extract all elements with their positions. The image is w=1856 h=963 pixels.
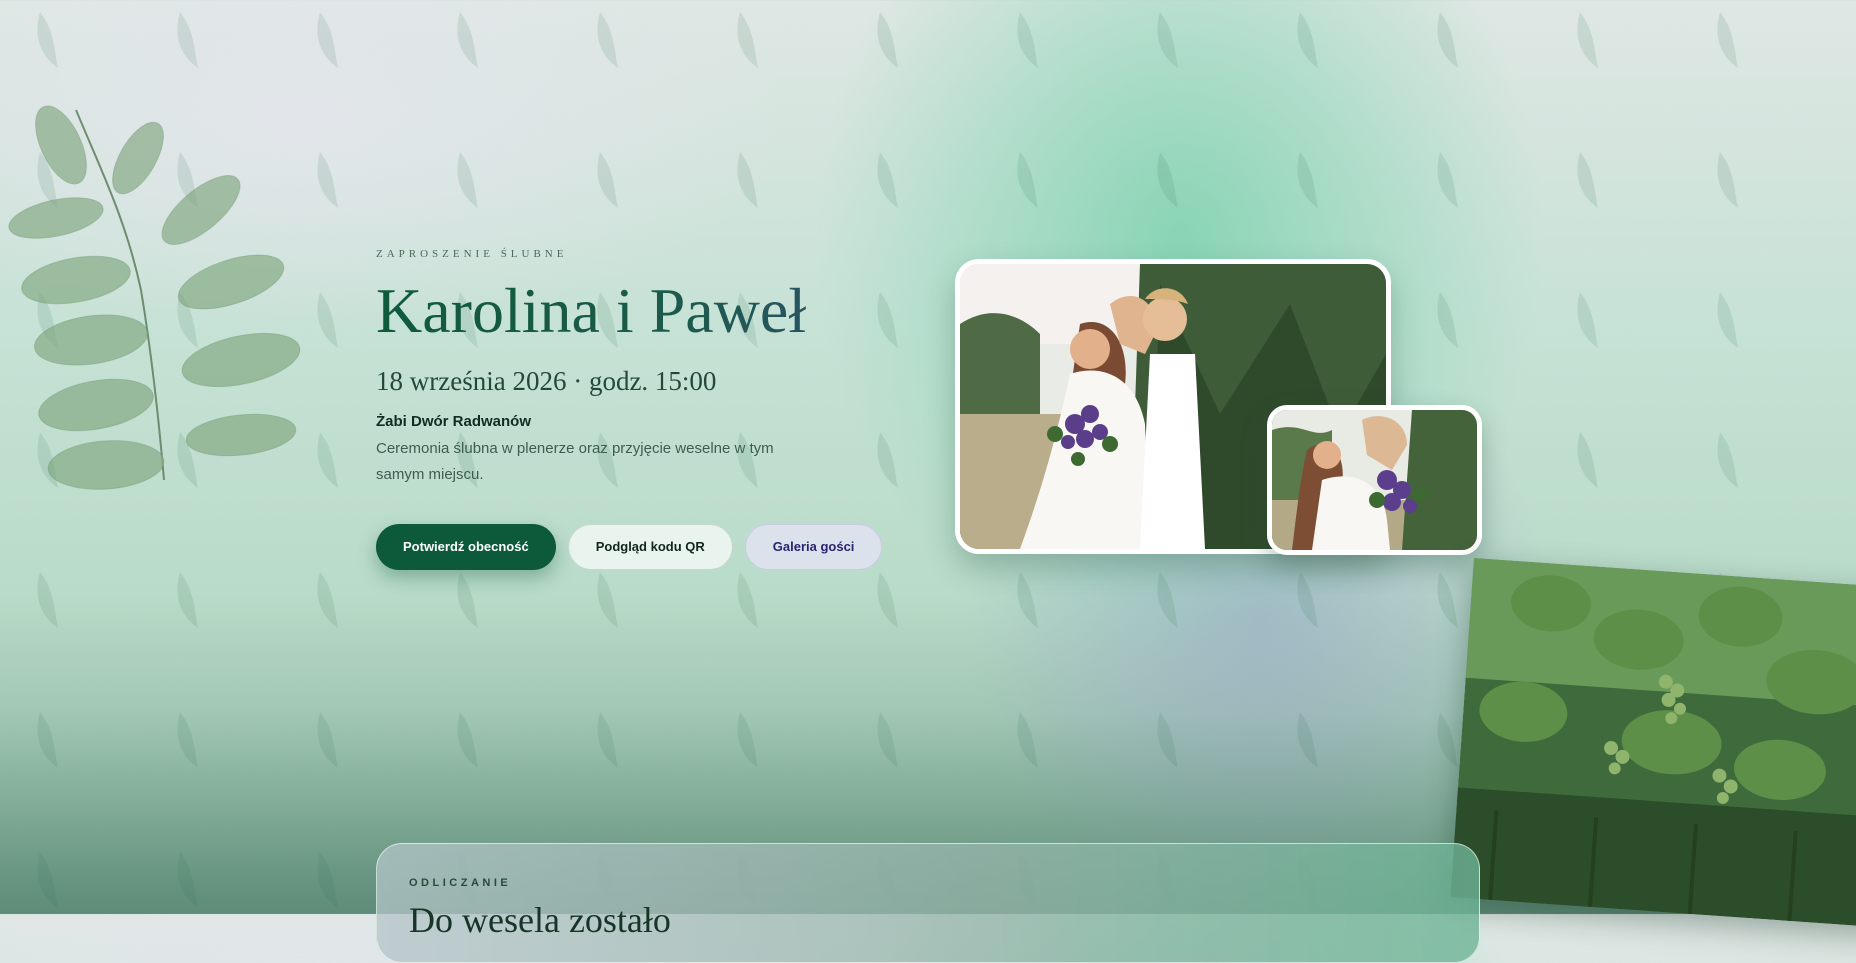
countdown-card: ODLICZANIE Do wesela zostało <box>376 843 1480 963</box>
countdown-heading: Do wesela zostało <box>409 900 671 940</box>
vineyard-photo <box>1450 558 1856 928</box>
venue-name: Żabi Dwór Radwanów <box>376 412 532 430</box>
guest-gallery-button[interactable]: Galeria gości <box>744 523 883 570</box>
qr-preview-button[interactable]: Podgląd kodu QR <box>567 523 733 570</box>
leaf-branch-icon <box>8 105 301 490</box>
couple-names-title: Karolina i Paweł <box>376 274 896 348</box>
wedding-date-time: 18 września 2026 · godz. 15:00 <box>376 365 717 396</box>
rsvp-button[interactable]: Potwierdź obecność <box>376 523 556 570</box>
event-description: Ceremonia ślubna w plenerze oraz przyjęc… <box>376 439 774 483</box>
couple-photo-small <box>1267 405 1482 555</box>
countdown-label: ODLICZANIE <box>409 877 512 889</box>
hero-actions: Potwierdź obecność Podgląd kodu QR Galer… <box>376 523 896 570</box>
hero-section: ZAPROSZENIE ŚLUBNE Karolina i Paweł 18 w… <box>376 248 896 570</box>
invitation-eyebrow: ZAPROSZENIE ŚLUBNE <box>376 248 568 260</box>
